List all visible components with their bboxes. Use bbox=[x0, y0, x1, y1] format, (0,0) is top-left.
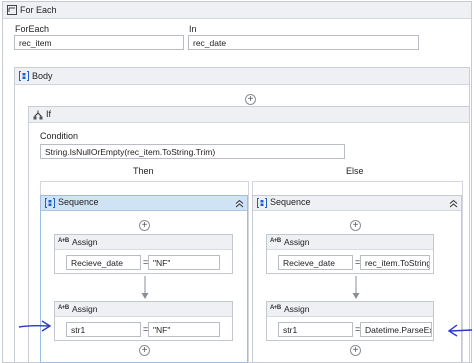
add-activity-button[interactable]: + bbox=[350, 220, 361, 231]
add-activity-button[interactable]: + bbox=[350, 345, 361, 356]
assign-icon: A+B bbox=[270, 305, 281, 311]
foreach-title: For Each bbox=[20, 5, 57, 15]
assign-title: Assign bbox=[72, 304, 98, 314]
then-sequence-header[interactable]: Sequence bbox=[41, 196, 247, 211]
assign-icon: A+B bbox=[58, 305, 69, 311]
body-title: Body bbox=[32, 71, 53, 81]
sequence-icon bbox=[45, 198, 55, 208]
assign-value-input[interactable]: "NF" bbox=[148, 322, 220, 337]
else-sequence-header[interactable]: Sequence bbox=[253, 196, 461, 211]
add-activity-button[interactable]: + bbox=[139, 220, 150, 231]
annotation-arrow-left-icon bbox=[18, 320, 52, 332]
add-activity-button[interactable]: + bbox=[245, 94, 256, 105]
flow-connector-arrow bbox=[141, 276, 149, 299]
condition-input[interactable]: String.IsNullOrEmpty(rec_item.ToString.T… bbox=[40, 144, 345, 159]
else-assign-1-header[interactable]: A+B Assign bbox=[267, 235, 433, 250]
condition-label: Condition bbox=[40, 131, 79, 141]
if-header[interactable]: If bbox=[29, 107, 469, 123]
assign-to-input[interactable]: str1 bbox=[66, 322, 141, 337]
else-sequence-title: Sequence bbox=[270, 197, 311, 207]
assign-to-input[interactable]: Recieve_date bbox=[66, 255, 141, 270]
assign-value-input[interactable]: Datetime.ParseExa bbox=[360, 322, 432, 337]
flow-connector-arrow bbox=[352, 276, 360, 299]
assign-icon: A+B bbox=[270, 238, 281, 244]
assign-value-input[interactable]: "NF" bbox=[148, 255, 220, 270]
assign-to-input[interactable]: str1 bbox=[278, 322, 353, 337]
assign-to-input[interactable]: Recieve_date bbox=[278, 255, 353, 270]
assign-icon: A+B bbox=[58, 238, 69, 244]
else-label: Else bbox=[346, 166, 364, 176]
then-sequence-title: Sequence bbox=[58, 197, 99, 207]
foreach-label: ForEach bbox=[15, 24, 50, 34]
sequence-icon bbox=[257, 198, 267, 208]
annotation-arrow-right-icon bbox=[447, 324, 473, 337]
assign-value-input[interactable]: rec_item.ToString bbox=[360, 255, 430, 270]
assign-title: Assign bbox=[284, 304, 310, 314]
then-assign-2-header[interactable]: A+B Assign bbox=[55, 302, 232, 317]
body-header[interactable]: Body bbox=[15, 68, 469, 85]
assign-title: Assign bbox=[72, 237, 98, 247]
sequence-icon bbox=[19, 71, 29, 81]
foreach-header[interactable]: For Each bbox=[3, 2, 471, 19]
foreach-icon bbox=[7, 5, 17, 15]
in-collection-input[interactable]: rec_date bbox=[188, 35, 419, 50]
in-label: In bbox=[189, 24, 197, 34]
assign-title: Assign bbox=[284, 237, 310, 247]
add-activity-button[interactable]: + bbox=[139, 345, 150, 356]
else-assign-2-header[interactable]: A+B Assign bbox=[267, 302, 433, 317]
then-label: Then bbox=[133, 166, 154, 176]
if-title: If bbox=[46, 109, 52, 119]
collapse-chevron-icon[interactable] bbox=[449, 199, 458, 208]
foreach-variable-input[interactable]: rec_item bbox=[14, 35, 184, 50]
collapse-chevron-icon[interactable] bbox=[235, 199, 244, 208]
then-assign-1-header[interactable]: A+B Assign bbox=[55, 235, 232, 250]
if-branch-icon bbox=[33, 110, 43, 120]
